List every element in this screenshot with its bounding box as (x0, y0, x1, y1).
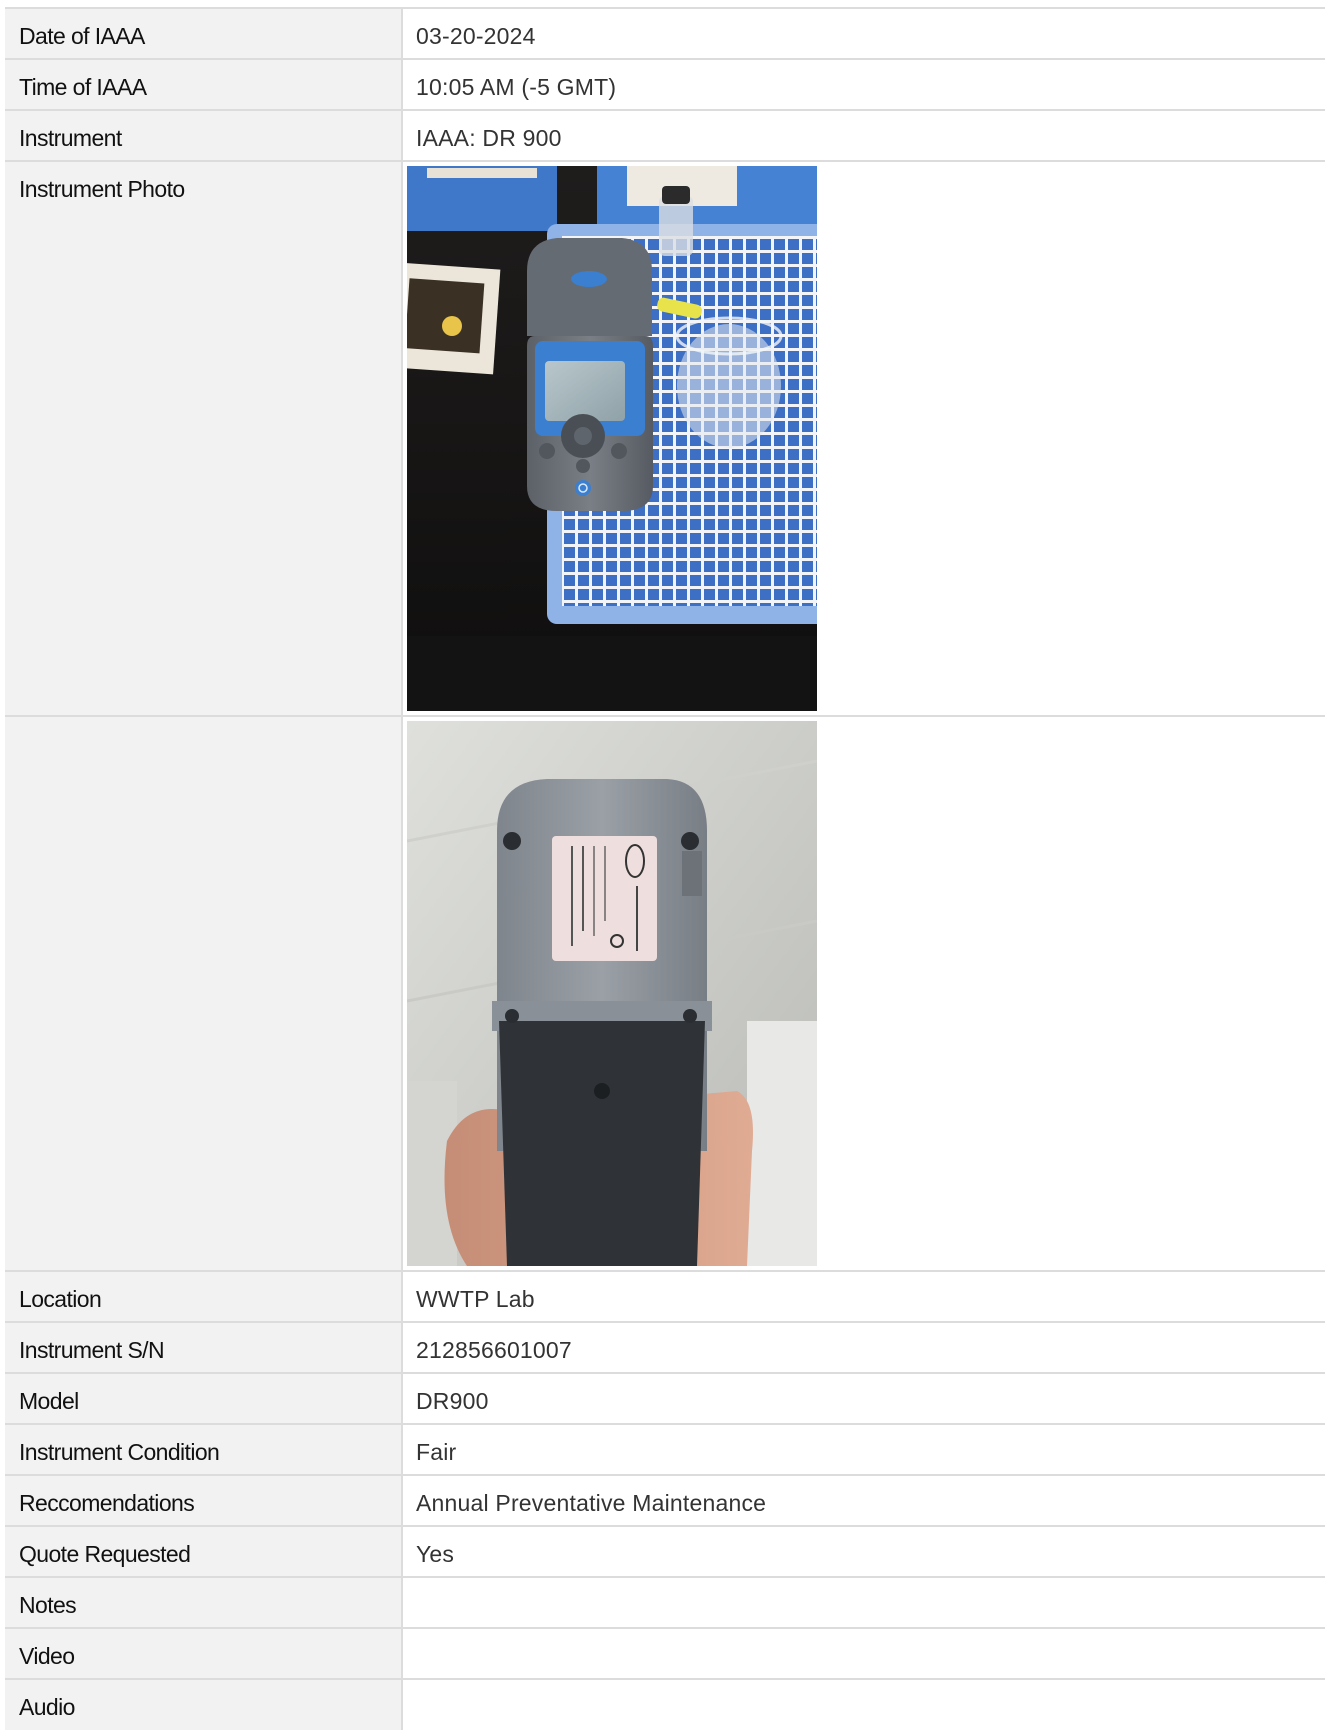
value-cell (402, 1678, 1325, 1730)
row-value: IAAA: DR 900 (416, 125, 562, 151)
row-label: Notes (19, 1592, 77, 1618)
row-recommendations: Reccomendations Annual Preventative Main… (5, 1474, 1325, 1526)
row-value: Fair (416, 1439, 457, 1465)
value-cell: 03-20-2024 (402, 7, 1325, 59)
row-label: Instrument Photo (19, 176, 185, 202)
label-cell: Instrument Photo (5, 160, 403, 716)
report-table: Date of IAAA 03-20-2024 Time of IAAA 10:… (5, 7, 1325, 1730)
value-cell: IAAA: DR 900 (402, 109, 1325, 161)
row-audio: Audio (5, 1678, 1325, 1730)
label-cell: Location (5, 1270, 403, 1322)
label-cell: Instrument (5, 109, 403, 161)
row-quote-requested: Quote Requested Yes (5, 1525, 1325, 1577)
value-cell: Yes (402, 1525, 1325, 1577)
row-label: Quote Requested (19, 1541, 191, 1567)
value-cell: Annual Preventative Maintenance (402, 1474, 1325, 1526)
row-value: 03-20-2024 (416, 23, 536, 49)
label-cell: Date of IAAA (5, 7, 403, 59)
row-value (403, 1629, 1325, 1644)
label-cell: Model (5, 1372, 403, 1424)
row-date: Date of IAAA 03-20-2024 (5, 7, 1325, 59)
row-instrument-photo-2 (5, 715, 1325, 1271)
row-value: 212856601007 (416, 1337, 572, 1363)
row-condition: Instrument Condition Fair (5, 1423, 1325, 1475)
label-cell: Notes (5, 1576, 403, 1628)
row-video: Video (5, 1627, 1325, 1679)
instrument-back-image (407, 721, 817, 1266)
row-time: Time of IAAA 10:05 AM (-5 GMT) (5, 58, 1325, 110)
row-value: DR900 (416, 1388, 489, 1414)
instrument-front-image (407, 166, 817, 711)
label-cell: Instrument S/N (5, 1321, 403, 1373)
row-value (403, 1578, 1325, 1593)
row-value: Annual Preventative Maintenance (416, 1490, 767, 1516)
label-cell: Time of IAAA (5, 58, 403, 110)
value-cell: WWTP Lab (402, 1270, 1325, 1322)
value-cell: DR900 (402, 1372, 1325, 1424)
label-cell: Audio (5, 1678, 403, 1730)
value-cell (402, 1627, 1325, 1679)
value-cell (402, 1576, 1325, 1628)
label-cell: Quote Requested (5, 1525, 403, 1577)
row-label: Instrument S/N (19, 1337, 165, 1363)
row-label: Instrument Condition (19, 1439, 220, 1465)
row-label: Model (19, 1388, 79, 1414)
value-cell: 10:05 AM (-5 GMT) (402, 58, 1325, 110)
label-cell: Instrument Condition (5, 1423, 403, 1475)
instrument-photo-front[interactable] (407, 166, 817, 711)
row-value: 10:05 AM (-5 GMT) (416, 74, 617, 100)
instrument-photo-back[interactable] (407, 721, 817, 1266)
value-cell: 212856601007 (402, 1321, 1325, 1373)
row-value: Yes (416, 1541, 455, 1567)
row-location: Location WWTP Lab (5, 1270, 1325, 1322)
label-cell (5, 715, 403, 1271)
row-notes: Notes (5, 1576, 1325, 1628)
row-label: Reccomendations (19, 1490, 195, 1516)
row-label: Audio (19, 1694, 75, 1720)
row-label: Date of IAAA (19, 23, 145, 49)
row-instrument-photo: Instrument Photo (5, 160, 1325, 716)
row-label: Location (19, 1286, 102, 1312)
row-model: Model DR900 (5, 1372, 1325, 1424)
row-label: Instrument (19, 125, 122, 151)
row-value (403, 1680, 1325, 1695)
value-cell (402, 715, 1325, 1271)
row-instrument: Instrument IAAA: DR 900 (5, 109, 1325, 161)
row-serial-number: Instrument S/N 212856601007 (5, 1321, 1325, 1373)
label-cell: Video (5, 1627, 403, 1679)
label-cell: Reccomendations (5, 1474, 403, 1526)
value-cell (402, 160, 1325, 716)
value-cell: Fair (402, 1423, 1325, 1475)
row-label: Video (19, 1643, 75, 1669)
row-value: WWTP Lab (416, 1286, 535, 1312)
row-label (5, 717, 401, 732)
row-label: Time of IAAA (19, 74, 147, 100)
